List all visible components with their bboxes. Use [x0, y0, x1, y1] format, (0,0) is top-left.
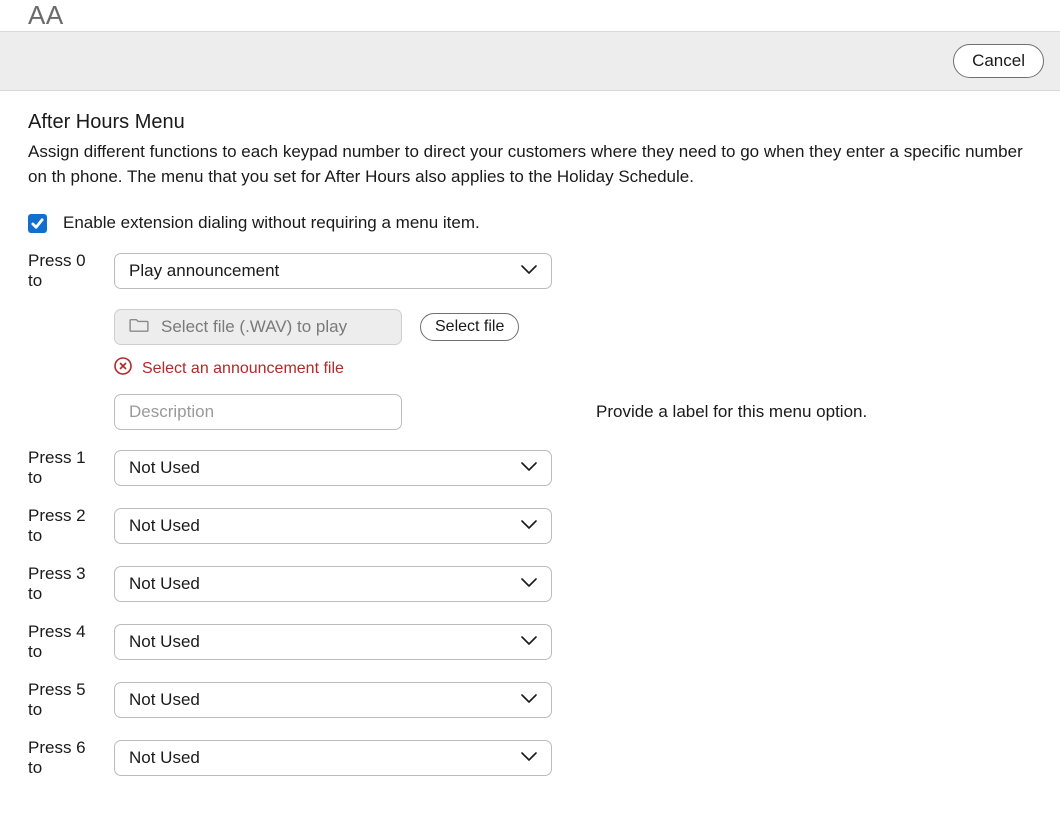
- press-6-label: Press 6 to: [28, 738, 100, 778]
- chevron-down-icon: [521, 517, 537, 535]
- press-2-row: Press 2 to Not Used: [28, 506, 1032, 546]
- content-area: After Hours Menu Assign different functi…: [0, 91, 1060, 818]
- press-6-row: Press 6 to Not Used: [28, 738, 1032, 778]
- cancel-button[interactable]: Cancel: [953, 44, 1044, 78]
- press-4-select[interactable]: Not Used: [114, 624, 552, 660]
- press-2-select[interactable]: Not Used: [114, 508, 552, 544]
- press-1-label: Press 1 to: [28, 448, 100, 488]
- chevron-down-icon: [521, 459, 537, 477]
- press-2-select-value: Not Used: [129, 516, 200, 536]
- error-text: Select an announcement file: [142, 360, 344, 378]
- press-6-select-value: Not Used: [129, 748, 200, 768]
- chevron-down-icon: [521, 575, 537, 593]
- press-3-select[interactable]: Not Used: [114, 566, 552, 602]
- select-file-button[interactable]: Select file: [420, 313, 519, 341]
- press-0-row: Press 0 to Play announcement: [28, 251, 1032, 291]
- press-3-row: Press 3 to Not Used: [28, 564, 1032, 604]
- page-title: AA: [0, 0, 1060, 31]
- chevron-down-icon: [521, 691, 537, 709]
- error-icon: [114, 357, 132, 380]
- press-5-select[interactable]: Not Used: [114, 682, 552, 718]
- press-6-select[interactable]: Not Used: [114, 740, 552, 776]
- enable-extension-checkbox[interactable]: [28, 214, 47, 233]
- description-input[interactable]: [114, 394, 402, 430]
- press-3-label: Press 3 to: [28, 564, 100, 604]
- description-row: Provide a label for this menu option.: [114, 394, 1032, 430]
- press-4-row: Press 4 to Not Used: [28, 622, 1032, 662]
- press-1-select-value: Not Used: [129, 458, 200, 478]
- press-0-select[interactable]: Play announcement: [114, 253, 552, 289]
- check-icon: [31, 217, 44, 230]
- file-row: Select file (.WAV) to play Select file: [114, 309, 1032, 345]
- press-1-select[interactable]: Not Used: [114, 450, 552, 486]
- press-4-label: Press 4 to: [28, 622, 100, 662]
- description-hint: Provide a label for this menu option.: [596, 402, 867, 422]
- action-bar: Cancel: [0, 31, 1060, 91]
- chevron-down-icon: [521, 749, 537, 767]
- press-0-details: Select file (.WAV) to play Select file S…: [114, 309, 1032, 430]
- section-title: After Hours Menu: [28, 111, 1032, 134]
- folder-icon: [129, 317, 149, 338]
- press-1-row: Press 1 to Not Used: [28, 448, 1032, 488]
- chevron-down-icon: [521, 262, 537, 280]
- section-description: Assign different functions to each keypa…: [28, 140, 1032, 189]
- chevron-down-icon: [521, 633, 537, 651]
- press-0-select-value: Play announcement: [129, 261, 279, 281]
- press-5-label: Press 5 to: [28, 680, 100, 720]
- enable-extension-label: Enable extension dialing without requiri…: [63, 213, 480, 233]
- press-0-label: Press 0 to: [28, 251, 100, 291]
- file-input[interactable]: Select file (.WAV) to play: [114, 309, 402, 345]
- error-row: Select an announcement file: [114, 357, 1032, 380]
- press-5-row: Press 5 to Not Used: [28, 680, 1032, 720]
- press-4-select-value: Not Used: [129, 632, 200, 652]
- file-placeholder: Select file (.WAV) to play: [161, 317, 347, 337]
- press-5-select-value: Not Used: [129, 690, 200, 710]
- enable-extension-row: Enable extension dialing without requiri…: [28, 213, 1032, 233]
- press-3-select-value: Not Used: [129, 574, 200, 594]
- press-2-label: Press 2 to: [28, 506, 100, 546]
